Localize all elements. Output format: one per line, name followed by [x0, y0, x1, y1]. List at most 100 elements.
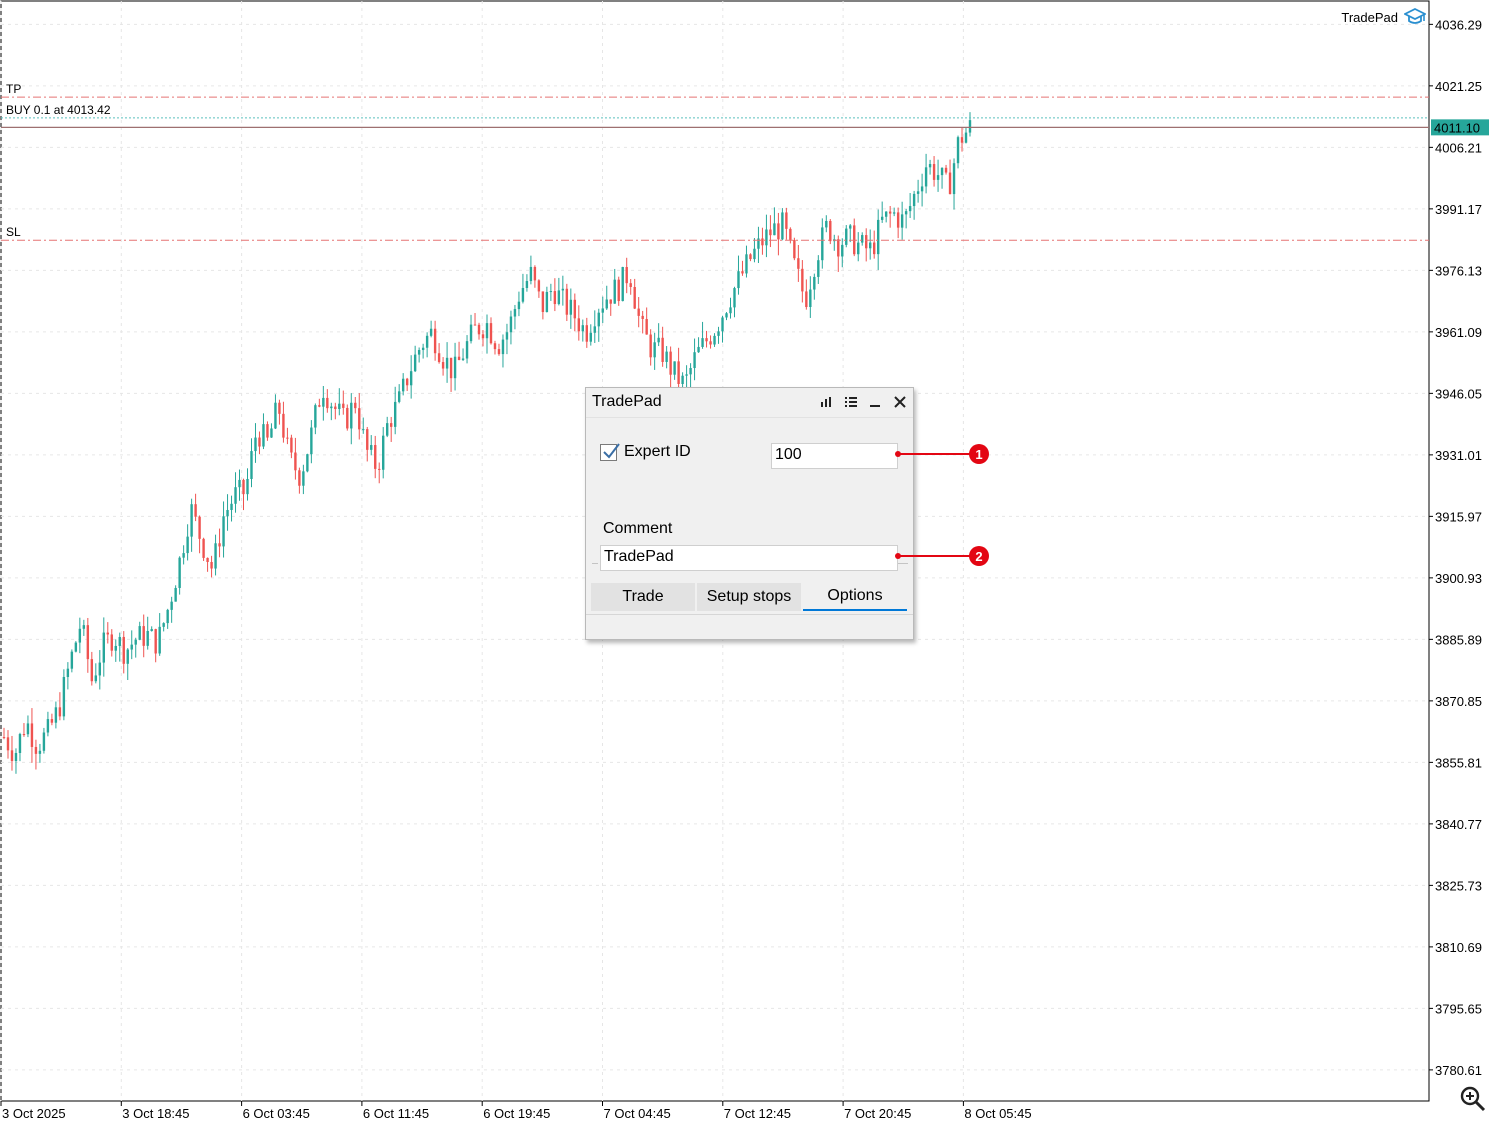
trade-levels: TP BUY 0.1 at 4013.42 SL 4011.10: [1, 82, 1489, 241]
candle-body: [469, 324, 473, 342]
candle-body: [409, 371, 413, 386]
callout-2-line: [898, 555, 972, 557]
candle-body: [857, 242, 860, 255]
candle-body: [234, 487, 237, 504]
candle-body: [118, 636, 121, 646]
candle-body: [789, 228, 792, 240]
candle-body: [190, 504, 193, 537]
minimize-icon[interactable]: [866, 393, 884, 411]
candle-body: [158, 626, 161, 654]
candle-body: [142, 626, 145, 646]
candle-body: [346, 407, 349, 429]
panel-header[interactable]: TradePad: [586, 388, 913, 418]
candle-body: [382, 435, 385, 470]
candle-body: [537, 280, 541, 292]
tab-setup-stops[interactable]: Setup stops: [697, 583, 801, 611]
brand-label: TradePad: [1341, 9, 1398, 25]
candle-body: [677, 361, 680, 385]
candle-body: [465, 341, 469, 359]
chart-bars-icon[interactable]: [817, 393, 835, 411]
candle-body: [453, 356, 457, 379]
candle-body: [106, 632, 109, 635]
candle-body: [138, 626, 141, 640]
candle-body: [569, 299, 573, 315]
candle-body: [613, 279, 616, 304]
candle-body: [314, 405, 317, 428]
candle-body: [956, 137, 960, 164]
comment-input[interactable]: TradePad: [600, 545, 898, 571]
candle-body: [98, 662, 102, 676]
candle-body: [801, 268, 804, 292]
y-tick-label: 3885.89: [1435, 632, 1482, 647]
candle-body: [705, 338, 708, 342]
candle-body: [370, 445, 373, 450]
candle-body: [565, 288, 569, 315]
candle-body: [250, 451, 253, 479]
candle-body: [501, 339, 505, 355]
candle-body: [126, 649, 129, 664]
candle-body: [278, 402, 281, 414]
candle-body: [924, 167, 928, 187]
candle-body: [713, 335, 716, 345]
candle-body: [421, 347, 425, 351]
candle-body: [916, 191, 920, 194]
candle-body: [621, 267, 624, 302]
candle-body: [130, 644, 133, 650]
candle-body: [238, 479, 241, 488]
candle-body: [206, 557, 209, 562]
tab-trade[interactable]: Trade: [591, 583, 695, 611]
candle-body: [481, 334, 485, 339]
x-tick-label: 6 Oct 11:45: [363, 1106, 429, 1121]
close-icon[interactable]: [891, 393, 909, 411]
candle-body: [401, 378, 405, 392]
tab-options[interactable]: Options: [803, 583, 907, 611]
candle-body: [960, 137, 964, 143]
candle-body: [122, 636, 125, 664]
candle-body: [697, 346, 700, 353]
comment-group-line-left: [592, 563, 598, 564]
time-axis: 3 Oct 2025 3 Oct 18:45 6 Oct 03:45 6 Oct 11…: [0, 1101, 1032, 1121]
candle-body: [70, 651, 74, 669]
candle-body: [393, 401, 397, 427]
candle-body: [298, 470, 301, 486]
candle-body: [210, 561, 213, 569]
candle-body: [246, 478, 249, 495]
candle-body: [154, 629, 157, 654]
check-icon: [603, 443, 620, 459]
candle-body: [473, 324, 477, 326]
expert-id-checkbox[interactable]: [600, 443, 620, 461]
candle-body: [813, 276, 816, 290]
candle-body: [505, 332, 509, 340]
expert-id-input[interactable]: 100: [771, 443, 898, 469]
candle-body: [42, 732, 46, 751]
candle-body: [354, 402, 357, 409]
x-tick-label: 3 Oct 18:45: [122, 1106, 189, 1121]
y-tick-label: 3795.65: [1435, 1001, 1482, 1016]
candle-body: [641, 315, 644, 319]
candle-body: [829, 220, 832, 242]
candle-body: [441, 362, 445, 369]
candle-body: [585, 325, 588, 342]
candle-body: [693, 352, 696, 369]
candle-body: [629, 283, 632, 287]
candle-body: [769, 229, 772, 236]
candle-body: [876, 219, 880, 255]
y-tick-label: 3931.01: [1435, 448, 1482, 463]
candle-body: [825, 220, 828, 228]
candle-body: [725, 313, 728, 318]
zoom-icon[interactable]: [1459, 1085, 1487, 1113]
candle-body: [134, 639, 137, 645]
candle-body: [302, 471, 305, 486]
candle-body: [413, 354, 417, 372]
candle-body: [681, 375, 684, 385]
candle-body: [198, 516, 201, 539]
candle-body: [493, 343, 497, 350]
candle-body: [821, 227, 824, 261]
candle-body: [805, 291, 808, 308]
list-icon[interactable]: [842, 393, 860, 411]
x-tick-label: 7 Oct 04:45: [604, 1106, 671, 1121]
candle-body: [386, 423, 389, 436]
candle-body: [633, 286, 636, 309]
candle-body: [665, 351, 668, 362]
candle-body: [102, 632, 105, 663]
